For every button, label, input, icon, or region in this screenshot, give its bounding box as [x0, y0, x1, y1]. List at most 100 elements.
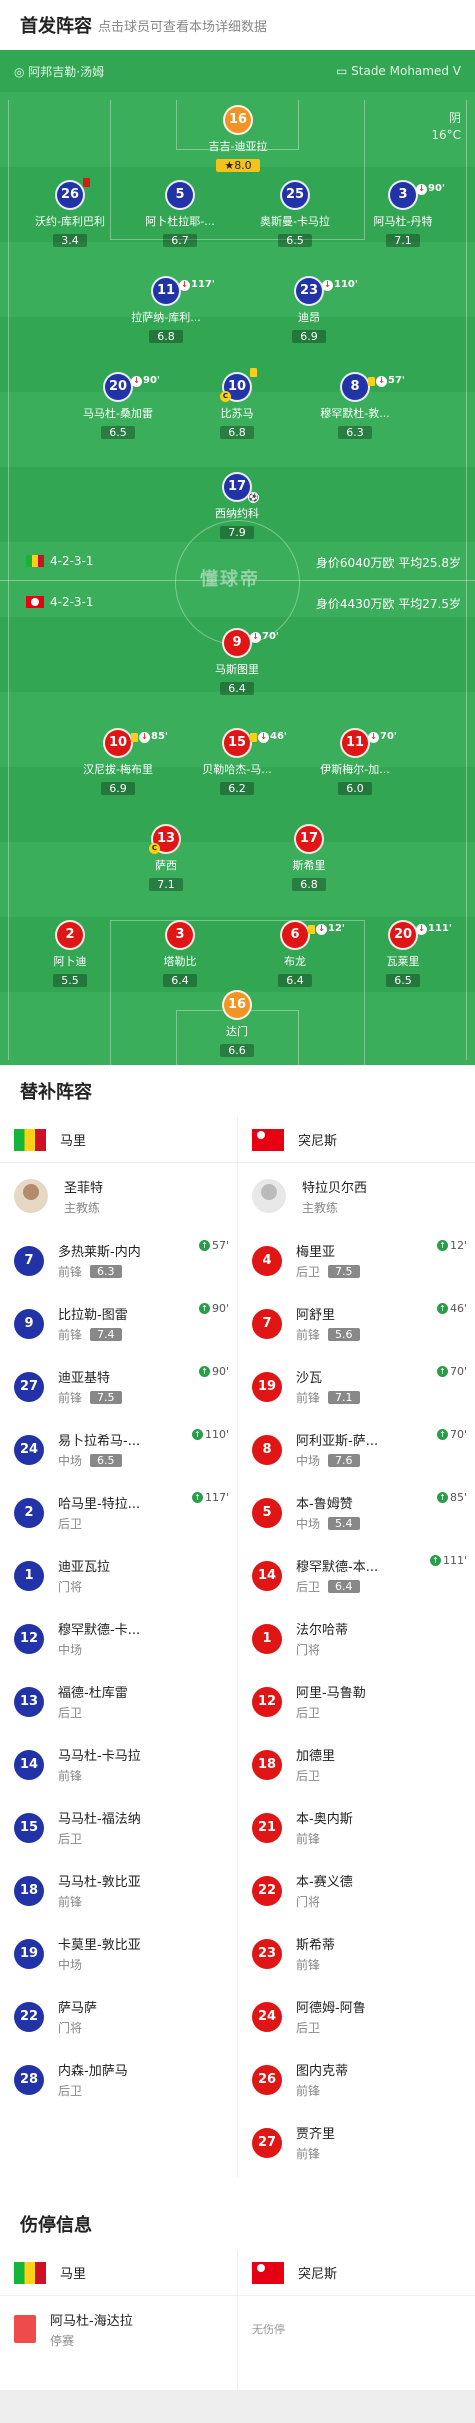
sub-player-row[interactable]: 24 阿德姆-阿鲁 后卫	[238, 1985, 475, 2048]
sub-player-row[interactable]: 1 法尔哈蒂 门将	[238, 1607, 475, 1670]
sub-player-row[interactable]: 22 本-赛义德 门将	[238, 1859, 475, 1922]
sub-out-icon: ↓	[250, 631, 261, 643]
player-home-20[interactable]: 20 ↓ 90' 马马杜-桑加雷 6.5	[68, 372, 168, 440]
away-coach[interactable]: 特拉贝尔西 主教练	[238, 1163, 475, 1229]
player-away-3[interactable]: 3 塔勒比 6.4	[130, 920, 230, 988]
sub-player-row[interactable]: 19 沙瓦 前锋 7.1 ↑ 70'	[238, 1355, 475, 1418]
sub-player-row[interactable]: 23 斯希蒂 前锋	[238, 1922, 475, 1985]
sub-player-row[interactable]: 21 本-奥内斯 前锋	[238, 1796, 475, 1859]
no-injuries: 无伤停	[238, 2296, 475, 2362]
sub-player-row[interactable]: 12 穆罕默德-卡... 中场	[0, 1607, 237, 1670]
home-coach[interactable]: 圣菲特 主教练	[0, 1163, 237, 1229]
player-home-8[interactable]: 8 ↓ 57' 穆罕默杜-敦... 6.3	[305, 372, 405, 440]
home-team-header: 马里	[0, 2250, 237, 2296]
sub-player-row[interactable]: 28 内森-加萨马 后卫	[0, 2048, 237, 2111]
player-name: 阿舒里	[296, 1308, 336, 1323]
player-number: 20	[393, 927, 413, 942]
player-number: 12	[252, 1686, 282, 1717]
sub-player-row[interactable]: 8 阿利亚斯-萨... 中场 7.6 ↑ 70'	[238, 1418, 475, 1481]
player-away-20[interactable]: 20 ↓ 111' 瓦莱里 6.5	[353, 920, 453, 988]
player-home-25[interactable]: 25 奥斯曼-卡马拉 6.5	[245, 180, 345, 248]
player-away-16[interactable]: 16 达门 6.6	[187, 990, 287, 1058]
player-position: 中场	[296, 1517, 321, 1531]
event-time: 117'	[204, 1491, 229, 1504]
sub-player-row[interactable]: 18 马马杜-敦比亚 前锋	[0, 1859, 237, 1922]
captain-icon: C	[220, 391, 231, 402]
sub-player-row[interactable]: 14 马马杜-卡马拉 前锋	[0, 1733, 237, 1796]
coach-role: 主教练	[302, 1200, 339, 1215]
sub-in-icon: ↑	[429, 1555, 441, 1566]
player-home-3[interactable]: 3 ↓ 90' 阿马杜-丹特 7.1	[353, 180, 453, 248]
player-home-26[interactable]: 26 沃约-库利巴利 3.4	[20, 178, 120, 248]
player-away-6[interactable]: 6 ↓ 12' 布龙 6.4	[245, 920, 345, 988]
player-number: 28	[14, 2064, 44, 2095]
assist-icon: ⚽	[248, 492, 259, 503]
player-away-13[interactable]: 13 C 萨西 7.1	[116, 824, 216, 892]
player-away-11[interactable]: 11 ↓ 70' 伊斯梅尔-加... 6.0	[305, 728, 405, 796]
home-venue-label: 阿邦吉勒·汤姆	[28, 64, 105, 79]
sub-player-row[interactable]: 7 多热莱斯-内内 前锋 6.3 ↑ 57'	[0, 1229, 237, 1292]
player-name: 福德-杜库雷	[58, 1686, 128, 1701]
event-time: 12'	[449, 1239, 467, 1252]
player-away-9[interactable]: 9 ↓ 70' 马斯图里 6.4	[187, 628, 287, 696]
sub-event: ↑ 110'	[191, 1428, 229, 1441]
sub-player-row[interactable]: 15 马马杜-福法纳 后卫	[0, 1796, 237, 1859]
player-name: 奥斯曼-卡马拉	[260, 215, 330, 228]
injury-item[interactable]: 阿马杜-海达拉 停赛	[0, 2296, 237, 2362]
sub-player-row[interactable]: 14 穆罕默德-本... 后卫 6.4 ↑ 111'	[238, 1544, 475, 1607]
player-position: 门将	[58, 1580, 83, 1594]
player-rating: 7.5	[328, 1265, 360, 1278]
sub-player-row[interactable]: 12 阿里-马鲁勒 后卫	[238, 1670, 475, 1733]
player-number: 26	[60, 187, 80, 202]
injuries-columns: 马里 阿马杜-海达拉 停赛 突尼斯 无伤停	[0, 2250, 475, 2390]
player-rating: 5.5	[53, 974, 87, 987]
sub-player-row[interactable]: 7 阿舒里 前锋 5.6 ↑ 46'	[238, 1292, 475, 1355]
player-number: 15	[14, 1812, 44, 1843]
event-time: 90'	[211, 1302, 229, 1315]
sub-player-row[interactable]: 27 迪亚基特 前锋 7.5 ↑ 90'	[0, 1355, 237, 1418]
player-number: 18	[14, 1875, 44, 1906]
sub-player-row[interactable]: 9 比拉勒-图雷 前锋 7.4 ↑ 90'	[0, 1292, 237, 1355]
player-number: 9	[14, 1308, 44, 1339]
player-away-17[interactable]: 17 斯希里 6.8	[259, 824, 359, 892]
sub-in-icon: ↑	[198, 1366, 210, 1377]
player-away-2[interactable]: 2 阿卜迪 5.5	[20, 920, 120, 988]
player-name: 马马杜-卡马拉	[58, 1749, 141, 1764]
away-formation: 4-2-3-1	[26, 595, 94, 609]
coach-name: 圣菲特	[64, 1180, 104, 1196]
player-home-5[interactable]: 5 阿卜杜拉耶-... 6.7	[130, 180, 230, 248]
player-number: 3	[165, 920, 195, 950]
player-home-11[interactable]: 11 ↓ 117' 拉萨纳-库利... 6.8	[116, 276, 216, 344]
sub-player-row[interactable]: 1 迪亚瓦拉 门将	[0, 1544, 237, 1607]
player-name: 西纳约科	[215, 507, 259, 520]
player-name: 本-鲁姆赞	[296, 1497, 353, 1512]
player-rating: 6.0	[338, 782, 372, 795]
player-home-23[interactable]: 23 ↓ 110' 迪昂 6.9	[259, 276, 359, 344]
player-home-16[interactable]: 16 吉吉-迪亚拉 ★8.0	[188, 105, 288, 173]
sub-player-row[interactable]: 19 卡莫里-敦比亚 中场	[0, 1922, 237, 1985]
sub-player-row[interactable]: 22 萨马萨 门将	[0, 1985, 237, 2048]
player-name: 卡莫里-敦比亚	[58, 1938, 141, 1953]
sub-player-row[interactable]: 18 加德里 后卫	[238, 1733, 475, 1796]
sub-player-row[interactable]: 2 哈马里-特拉... 后卫 ↑ 117'	[0, 1481, 237, 1544]
event-time: 90'	[211, 1365, 229, 1378]
sub-player-row[interactable]: 26 图内克蒂 前锋	[238, 2048, 475, 2111]
player-rating: ★8.0	[216, 159, 260, 172]
sub-player-row[interactable]: 24 易卜拉希马-... 中场 6.5 ↑ 110'	[0, 1418, 237, 1481]
sub-player-row[interactable]: 5 本-鲁姆赞 中场 5.4 ↑ 85'	[238, 1481, 475, 1544]
player-home-17[interactable]: 17 ⚽ 西纳约科 7.9	[187, 472, 287, 540]
player-position: 前锋	[296, 2147, 321, 2161]
player-number: 17	[294, 824, 324, 854]
yellow-card-icon	[308, 924, 315, 934]
player-away-10[interactable]: 10 ↓ 85' 汉尼拔-梅布里 6.9	[68, 728, 168, 796]
event-time: 110'	[204, 1428, 229, 1441]
player-rating: 6.4	[328, 1580, 360, 1593]
sub-player-row[interactable]: 27 贾齐里 前锋	[238, 2111, 475, 2174]
player-away-15[interactable]: 15 ↓ 46' 贝勒哈杰-马... 6.2	[187, 728, 287, 796]
header: 首发阵容 点击球员可查看本场详细数据	[0, 0, 475, 50]
player-home-10[interactable]: 10 C 比苏马 6.8	[187, 368, 287, 440]
sub-player-row[interactable]: 4 梅里亚 后卫 7.5 ↑ 12'	[238, 1229, 475, 1292]
tunisia-flag-icon	[26, 596, 44, 608]
sub-player-row[interactable]: 13 福德-杜库雷 后卫	[0, 1670, 237, 1733]
player-name: 马马杜-桑加雷	[83, 407, 153, 420]
